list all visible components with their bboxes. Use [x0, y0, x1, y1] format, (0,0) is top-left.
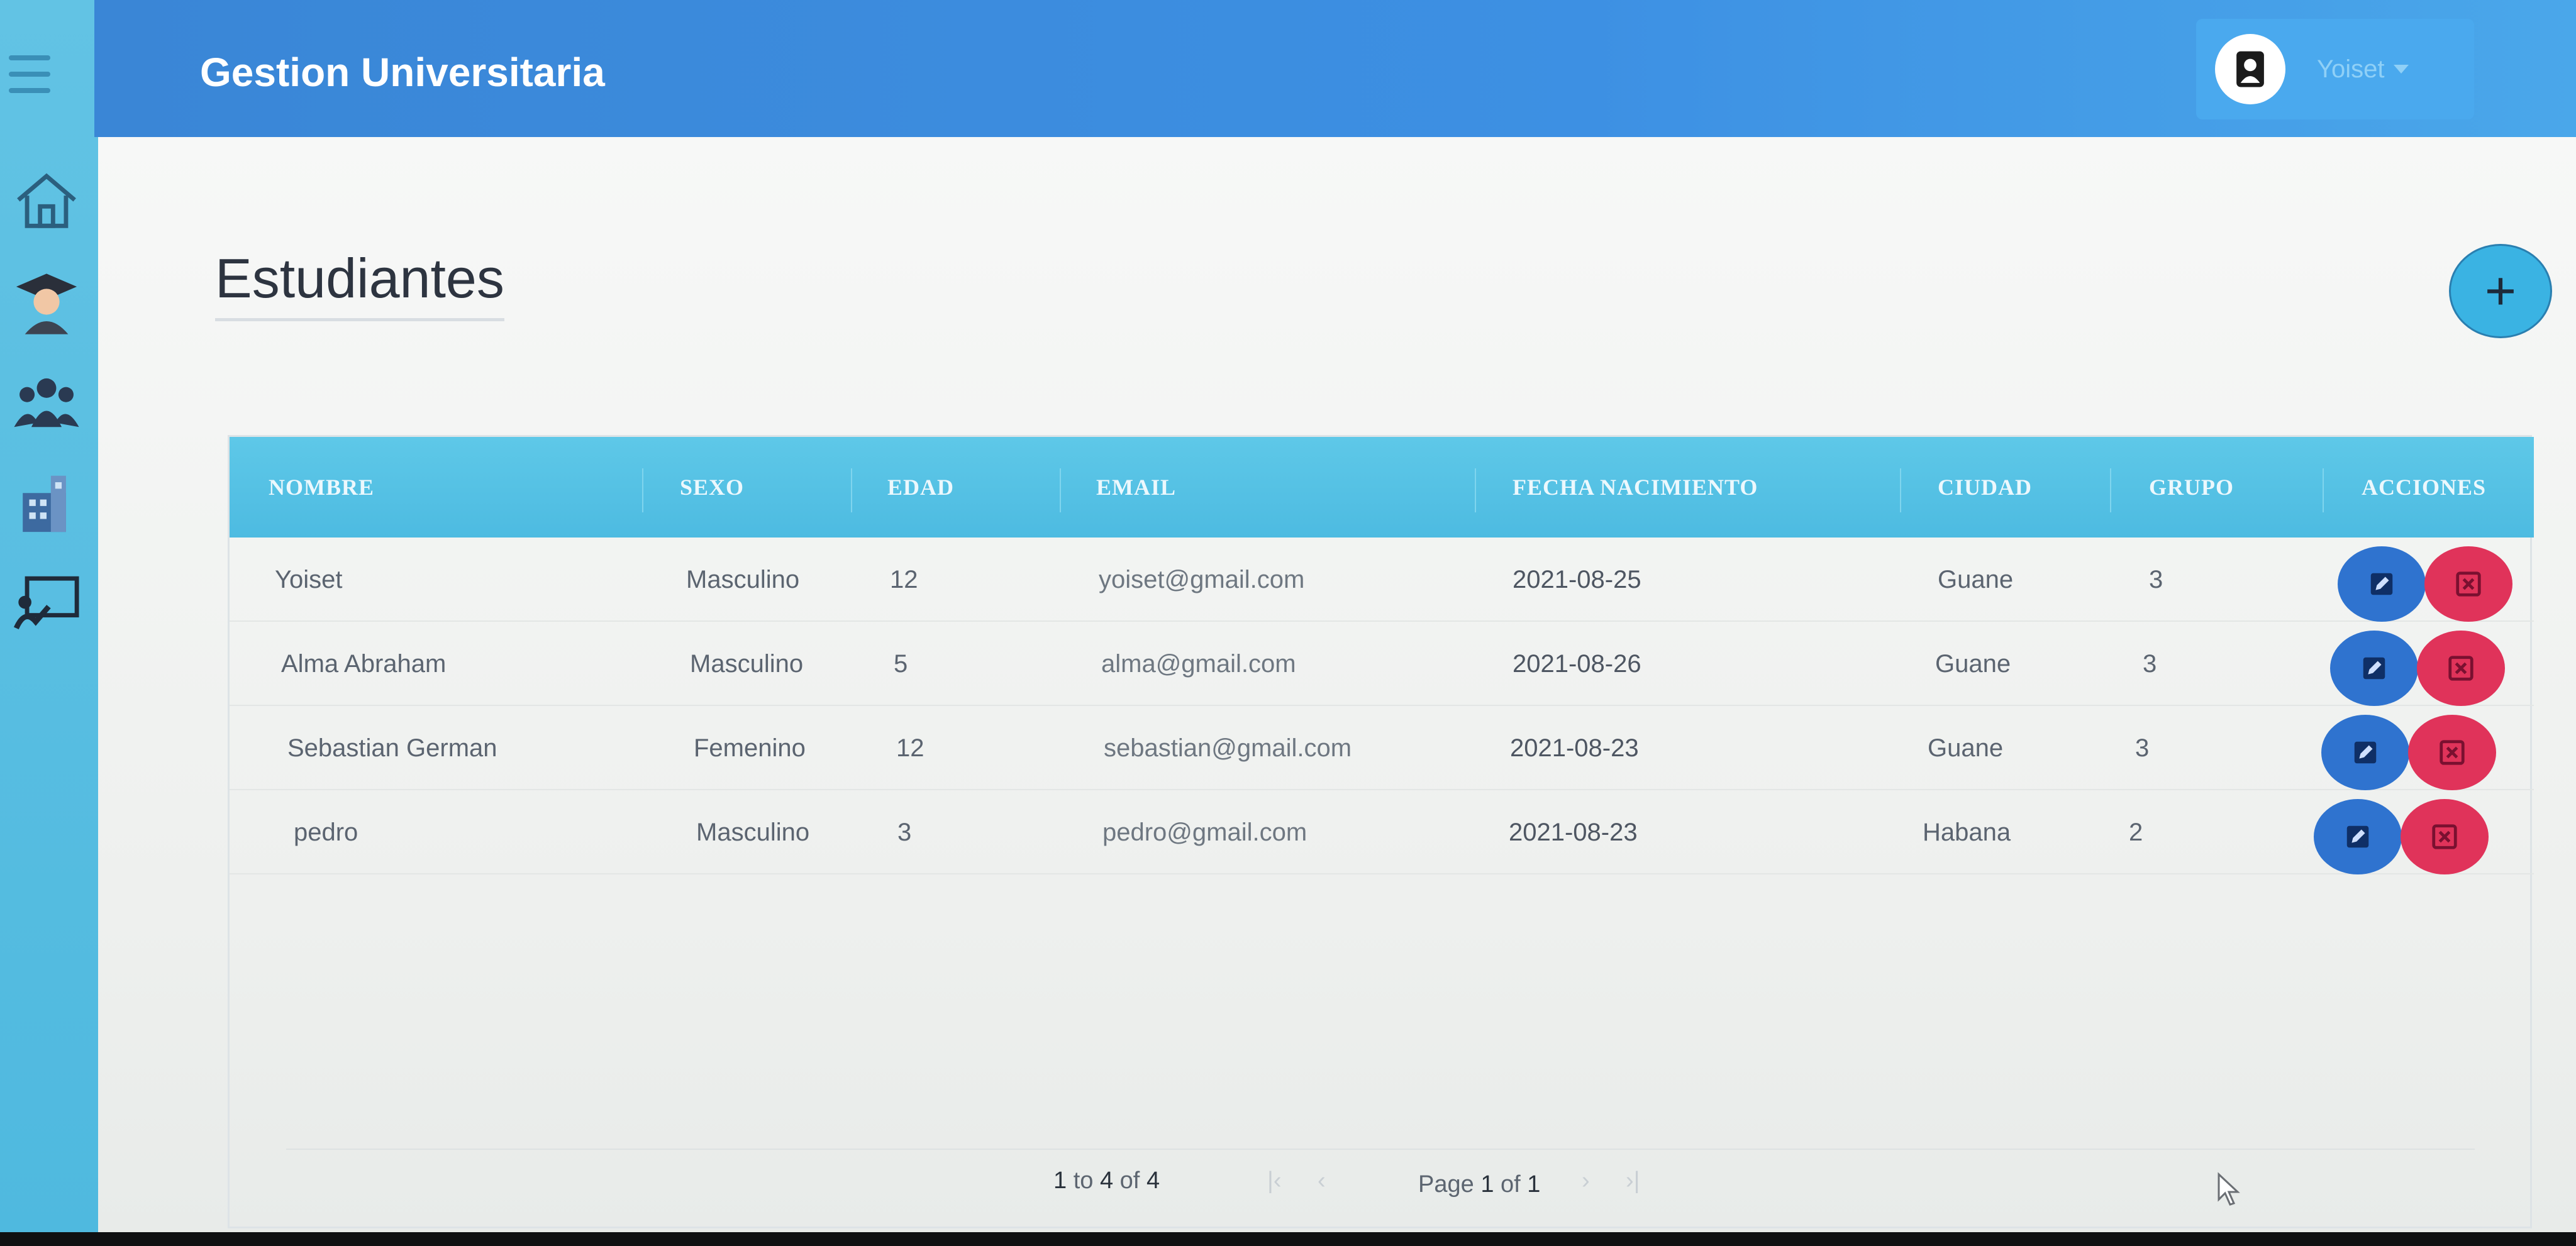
cell-nombre: Alma Abraham — [281, 649, 447, 678]
cell-fecha-nacimiento: 2021-08-25 — [1513, 565, 1641, 593]
page-word: Page — [1418, 1171, 1474, 1198]
cell-sexo: Masculino — [690, 649, 804, 678]
cell-ciudad: Guane — [1938, 565, 2014, 593]
column-divider[interactable] — [851, 468, 852, 512]
cell-ciudad: Guane — [1935, 649, 2011, 678]
column-header-edad[interactable]: EDAD — [887, 437, 954, 538]
delete-button[interactable] — [2417, 631, 2505, 706]
delete-icon — [2448, 656, 2473, 681]
page-title: Estudiantes — [215, 246, 504, 321]
delete-icon — [2456, 571, 2481, 597]
cell-ciudad: Guane — [1928, 734, 2004, 762]
pagination-bar: 1 to 4 of 4 |‹ ‹ Page 1 of 1 › ›| — [286, 1149, 2475, 1218]
column-header-sexo[interactable]: SEXO — [680, 437, 744, 538]
column-header-fecha-nacimiento[interactable]: FECHA NACIMIENTO — [1513, 437, 1758, 538]
cell-email: sebastian@gmail.com — [1104, 734, 1352, 762]
edit-icon — [2346, 825, 2369, 848]
cell-fecha-nacimiento: 2021-08-23 — [1510, 734, 1639, 762]
row-summary-total: 4 — [1146, 1167, 1160, 1194]
teacher-board-icon[interactable] — [9, 565, 84, 640]
column-divider[interactable] — [642, 468, 643, 512]
cell-edad: 12 — [896, 734, 924, 762]
column-divider[interactable] — [1900, 468, 1901, 512]
cell-grupo: 3 — [2143, 649, 2157, 678]
delete-button[interactable] — [2424, 546, 2512, 622]
delete-button[interactable] — [2401, 799, 2489, 874]
cell-sexo: Masculino — [696, 818, 810, 846]
column-divider[interactable] — [1060, 468, 1061, 512]
user-name: Yoiset — [2317, 55, 2385, 83]
cell-ciudad: Habana — [1923, 818, 2011, 846]
total-pages: 1 — [1527, 1171, 1541, 1198]
cell-email: yoiset@gmail.com — [1099, 565, 1305, 593]
column-divider[interactable] — [2323, 468, 2324, 512]
row-summary-from: 1 — [1053, 1167, 1067, 1194]
column-divider[interactable] — [2110, 468, 2111, 512]
home-icon[interactable] — [9, 162, 84, 238]
column-divider[interactable] — [1475, 468, 1476, 512]
edit-button[interactable] — [2338, 546, 2426, 622]
cell-fecha-nacimiento: 2021-08-26 — [1513, 649, 1641, 678]
mouse-cursor-icon — [2218, 1172, 2240, 1206]
student-icon[interactable] — [9, 264, 84, 339]
edit-button[interactable] — [2321, 715, 2409, 790]
row-summary: 1 to 4 of 4 — [1053, 1167, 1160, 1194]
last-page-icon[interactable]: ›| — [1626, 1167, 1640, 1194]
edit-icon — [2354, 741, 2377, 764]
cell-email: pedro@gmail.com — [1102, 818, 1307, 846]
delete-button[interactable] — [2408, 715, 2496, 790]
delete-icon — [2440, 740, 2465, 765]
cell-fecha-nacimiento: 2021-08-23 — [1509, 818, 1638, 846]
cell-edad: 5 — [894, 649, 908, 678]
edit-button[interactable] — [2314, 799, 2402, 874]
column-header-ciudad[interactable]: CIUDAD — [1938, 437, 2032, 538]
row-summary-of-word: of — [1119, 1167, 1140, 1194]
cell-edad: 12 — [890, 565, 918, 593]
app-title[interactable]: Gestion Universitaria — [200, 49, 605, 96]
next-page-icon[interactable]: › — [1582, 1167, 1590, 1194]
cell-sexo: Masculino — [686, 565, 800, 593]
page-of-word: of — [1501, 1171, 1521, 1198]
user-menu[interactable]: Yoiset — [2196, 19, 2474, 119]
table-row[interactable]: Alma Abraham Masculino 5 alma@gmail.com … — [230, 622, 2534, 706]
students-table: NOMBRE SEXO EDAD EMAIL FECHA NACIMIENTO … — [228, 435, 2534, 1228]
row-summary-to: 4 — [1099, 1167, 1114, 1194]
cell-email: alma@gmail.com — [1101, 649, 1296, 678]
cell-grupo: 3 — [2135, 734, 2150, 762]
column-header-grupo[interactable]: GRUPO — [2149, 437, 2234, 538]
first-page-icon[interactable]: |‹ — [1267, 1167, 1282, 1194]
cell-sexo: Femenino — [694, 734, 806, 762]
current-page: 1 — [1480, 1171, 1494, 1198]
row-summary-to-word: to — [1073, 1167, 1094, 1194]
cell-nombre: pedro — [294, 818, 358, 846]
column-header-email[interactable]: EMAIL — [1096, 437, 1176, 538]
cell-grupo: 3 — [2149, 565, 2163, 593]
cell-nombre: Sebastian German — [287, 734, 497, 762]
edit-icon — [2370, 573, 2393, 595]
group-icon[interactable] — [9, 363, 84, 439]
column-header-acciones: ACCIONES — [2362, 475, 2487, 500]
building-icon[interactable] — [9, 464, 84, 539]
chevron-down-icon — [2393, 65, 2409, 74]
table-row[interactable]: Sebastian German Femenino 12 sebastian@g… — [230, 706, 2534, 790]
cell-edad: 3 — [897, 818, 912, 846]
column-header-nombre[interactable]: NOMBRE — [269, 437, 374, 538]
table-header: NOMBRE SEXO EDAD EMAIL FECHA NACIMIENTO … — [230, 437, 2534, 538]
hamburger-menu-icon[interactable] — [9, 55, 50, 93]
table-row[interactable]: pedro Masculino 3 pedro@gmail.com 2021-0… — [230, 790, 2534, 874]
add-student-button[interactable]: + — [2449, 244, 2552, 338]
table-row[interactable]: Yoiset Masculino 12 yoiset@gmail.com 202… — [230, 538, 2534, 622]
edit-button[interactable] — [2330, 631, 2418, 706]
cell-nombre: Yoiset — [275, 565, 343, 593]
page-indicator: Page 1 of 1 — [1418, 1171, 1540, 1198]
edit-icon — [2363, 657, 2385, 680]
delete-icon — [2432, 824, 2457, 849]
user-avatar-icon — [2215, 34, 2285, 104]
cell-grupo: 2 — [2129, 818, 2143, 846]
previous-page-icon[interactable]: ‹ — [1318, 1167, 1326, 1194]
